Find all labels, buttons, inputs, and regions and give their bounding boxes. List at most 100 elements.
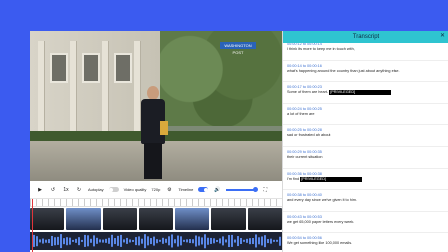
waveform-bar [267, 239, 269, 243]
segment-timestamp[interactable]: 00:00:36 to 00:00:38 [287, 169, 445, 177]
waveform-bar [135, 237, 137, 245]
transcript-list: 00:00:12 to 00:00:14 I think its more to … [283, 39, 448, 252]
segment-text-content: I'm find [287, 176, 300, 181]
segment-timestamp[interactable]: 00:00:38 to 00:00:40 [287, 190, 445, 198]
volume-icon[interactable]: 🔊 [213, 186, 221, 194]
transcript-segment[interactable]: 00:00:54 to 00:00:56 We get something lik… [283, 233, 448, 252]
waveform-bar [63, 238, 65, 244]
waveform-bar [102, 239, 104, 243]
rewind-icon[interactable]: ↺ [49, 186, 57, 194]
video-scene-trees [150, 31, 282, 126]
waveform-bar [276, 239, 278, 243]
segment-timestamp[interactable]: 00:00:54 to 00:00:56 [287, 233, 445, 241]
play-icon[interactable]: ▶ [36, 186, 44, 194]
waveform-bar [231, 234, 233, 248]
autoplay-label: Autoplay [88, 187, 104, 192]
waveform-bar [237, 236, 239, 246]
segment-text: their current situation [287, 155, 445, 160]
transcript-segment[interactable]: 00:00:14 to 00:00:16 what's happening aro… [283, 61, 448, 83]
transcript-segment[interactable]: 00:00:43 to 00:00:53 we get 65,000 paper … [283, 212, 448, 234]
waveform-bar [84, 234, 86, 248]
transcript-segment[interactable]: 00:00:24 to 00:00:25 a lot of them are [283, 104, 448, 126]
transcript-segment[interactable]: 00:00:36 to 00:00:38 I'm find [PRIVILEGED… [283, 169, 448, 191]
thumbnail[interactable] [30, 208, 65, 230]
segment-text: and every day since we've given it to hi… [287, 198, 445, 203]
transcript-segment[interactable]: 00:00:38 to 00:00:40 and every day since … [283, 190, 448, 212]
segment-text: a lot of them are [287, 112, 445, 117]
waveform-bar [225, 239, 227, 243]
building-window [50, 53, 68, 83]
settings-icon[interactable]: ⚙ [165, 186, 173, 194]
waveform-bar [105, 238, 107, 244]
waveform-bar [33, 234, 35, 248]
waveform-bar [258, 237, 260, 245]
timeline-ruler [30, 199, 282, 207]
video-scene-person [138, 86, 168, 181]
waveform-bar [204, 234, 206, 248]
segment-timestamp[interactable]: 00:00:24 to 00:00:25 [287, 104, 445, 112]
waveform-bar [180, 236, 182, 246]
waveform-bar [252, 238, 254, 244]
volume-slider-knob[interactable] [253, 187, 259, 192]
segment-timestamp[interactable]: 00:00:29 to 00:00:35 [287, 147, 445, 155]
timeline-toggle[interactable] [198, 187, 209, 192]
thumbnail[interactable] [247, 208, 282, 230]
waveform-bar [279, 236, 281, 246]
segment-timestamp[interactable]: 00:00:17 to 00:00:23 [287, 82, 445, 90]
segment-timestamp[interactable]: 00:00:43 to 00:00:53 [287, 212, 445, 220]
segment-text: I think its more to keep me in touch wit… [287, 47, 445, 52]
privileged-redaction: [PRIVILEGED] [300, 176, 363, 182]
waveform-bar [234, 239, 236, 243]
waveform-bar [207, 237, 209, 245]
thumbnail[interactable] [102, 208, 137, 230]
waveform-bar [75, 238, 77, 244]
transcript-segment[interactable]: 00:00:17 to 00:00:23 Some of them are hea… [283, 82, 448, 104]
player-controls: ▶ ↺ 1x ↻ Autoplay Video quality 720p ⚙ T… [30, 181, 282, 199]
segment-timestamp[interactable]: 00:00:25 to 00:00:28 [287, 125, 445, 133]
thumbnail-strip[interactable] [30, 208, 282, 230]
person-head [147, 86, 159, 100]
waveform-bar [192, 239, 194, 243]
video-player[interactable]: WASHINGTON POST [30, 31, 282, 181]
transcript-segment[interactable]: 00:00:25 to 00:00:28 sad or frustrated ah… [283, 125, 448, 147]
forward-icon[interactable]: ↻ [75, 186, 83, 194]
segment-timestamp[interactable]: 00:00:14 to 00:00:16 [287, 61, 445, 69]
autoplay-toggle[interactable] [108, 187, 119, 192]
fullscreen-icon[interactable]: ⛶ [261, 186, 269, 194]
thumbnail[interactable] [211, 208, 246, 230]
waveform-bar [162, 237, 164, 245]
building-window [82, 53, 100, 83]
waveform-bar [132, 239, 134, 243]
waveform-bar [90, 238, 92, 244]
timeline[interactable] [30, 199, 282, 252]
close-icon[interactable]: ✕ [440, 32, 445, 39]
waveform-bar [108, 237, 110, 245]
video-editor-app: WASHINGTON POST ▶ ↺ 1x ↻ Autoplay Video … [30, 31, 448, 252]
segment-text-content: we get 65,000 paper letters every week. [287, 219, 355, 224]
waveform-bar [243, 239, 245, 243]
waveform-bar [120, 234, 122, 248]
transcript-segment[interactable]: 00:00:29 to 00:00:35 their current situat… [283, 147, 448, 169]
audio-waveform[interactable] [30, 232, 282, 250]
transcript-title: Transcript [352, 34, 380, 40]
playhead[interactable] [32, 199, 33, 252]
thumbnail[interactable] [175, 208, 210, 230]
waveform-bar [111, 234, 113, 248]
person-folder [160, 121, 168, 135]
speed-button[interactable]: 1x [62, 186, 70, 194]
waveform-bar [228, 235, 230, 247]
waveform-bar [174, 239, 176, 243]
waveform-bar [183, 239, 185, 243]
waveform-bar [126, 237, 128, 245]
volume-slider[interactable] [226, 187, 259, 192]
waveform-bar [246, 238, 248, 244]
waveform-bar [36, 236, 38, 246]
waveform-bar [150, 238, 152, 244]
waveform-bar [69, 237, 71, 245]
thumbnail[interactable] [138, 208, 174, 230]
waveform-bar [273, 239, 275, 243]
thumbnail[interactable] [66, 208, 101, 230]
quality-select[interactable]: 720p [151, 187, 160, 192]
waveform-bar [189, 239, 191, 243]
channel-logo: WASHINGTON POST [220, 42, 256, 55]
